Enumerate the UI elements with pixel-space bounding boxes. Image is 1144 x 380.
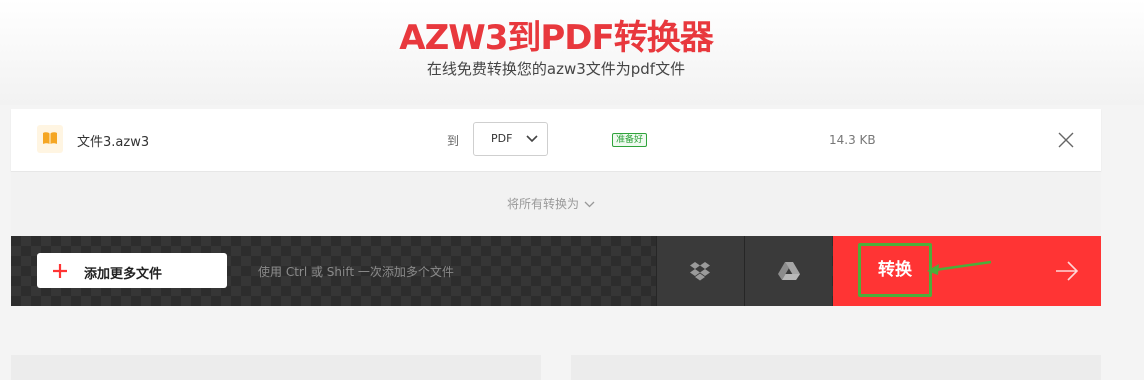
convert-label: 转换 <box>858 243 932 297</box>
lower-card-left <box>11 355 541 380</box>
convert-all-label: 将所有转换为 <box>507 197 580 211</box>
lower-card-right <box>571 355 1101 380</box>
remove-file-button[interactable] <box>1057 131 1075 149</box>
add-more-files-button[interactable]: 添加更多文件 <box>37 253 227 288</box>
google-drive-icon <box>778 262 800 280</box>
annotation-arrow-icon <box>927 260 992 275</box>
page-subtitle: 在线免费转换您的azw3文件为pdf文件 <box>426 60 686 78</box>
file-name: 文件3.azw3 <box>77 135 150 150</box>
chevron-down-icon <box>526 135 538 143</box>
page-title: AZW3到PDF转换器 <box>399 18 714 58</box>
format-value: PDF <box>491 132 513 145</box>
convert-all-dropdown[interactable]: 将所有转换为 <box>507 195 595 212</box>
dropbox-button[interactable] <box>656 236 744 306</box>
multi-select-hint: 使用 Ctrl 或 Shift 一次添加多个文件 <box>258 265 454 279</box>
chevron-down-icon <box>584 201 595 208</box>
plus-icon <box>53 264 67 278</box>
dropbox-icon <box>690 262 710 281</box>
convert-button[interactable]: 转换 <box>833 236 1101 306</box>
file-size: 14.3 KB <box>829 133 876 147</box>
status-badge: 准备好 <box>612 133 648 147</box>
format-select[interactable]: PDF <box>473 122 548 156</box>
arrow-right-icon <box>1056 261 1079 281</box>
action-bar: 添加更多文件 使用 Ctrl 或 Shift 一次添加多个文件 转换 <box>11 236 1101 306</box>
google-drive-button[interactable] <box>744 236 832 306</box>
close-icon <box>1058 132 1074 148</box>
convert-all-row: 将所有转换为 <box>11 171 1101 236</box>
add-more-files-label: 添加更多文件 <box>84 267 163 282</box>
book-icon <box>37 125 63 153</box>
to-label: 到 <box>447 134 460 148</box>
file-row: 文件3.azw3 到 PDF 准备好 14.3 KB <box>11 109 1101 171</box>
